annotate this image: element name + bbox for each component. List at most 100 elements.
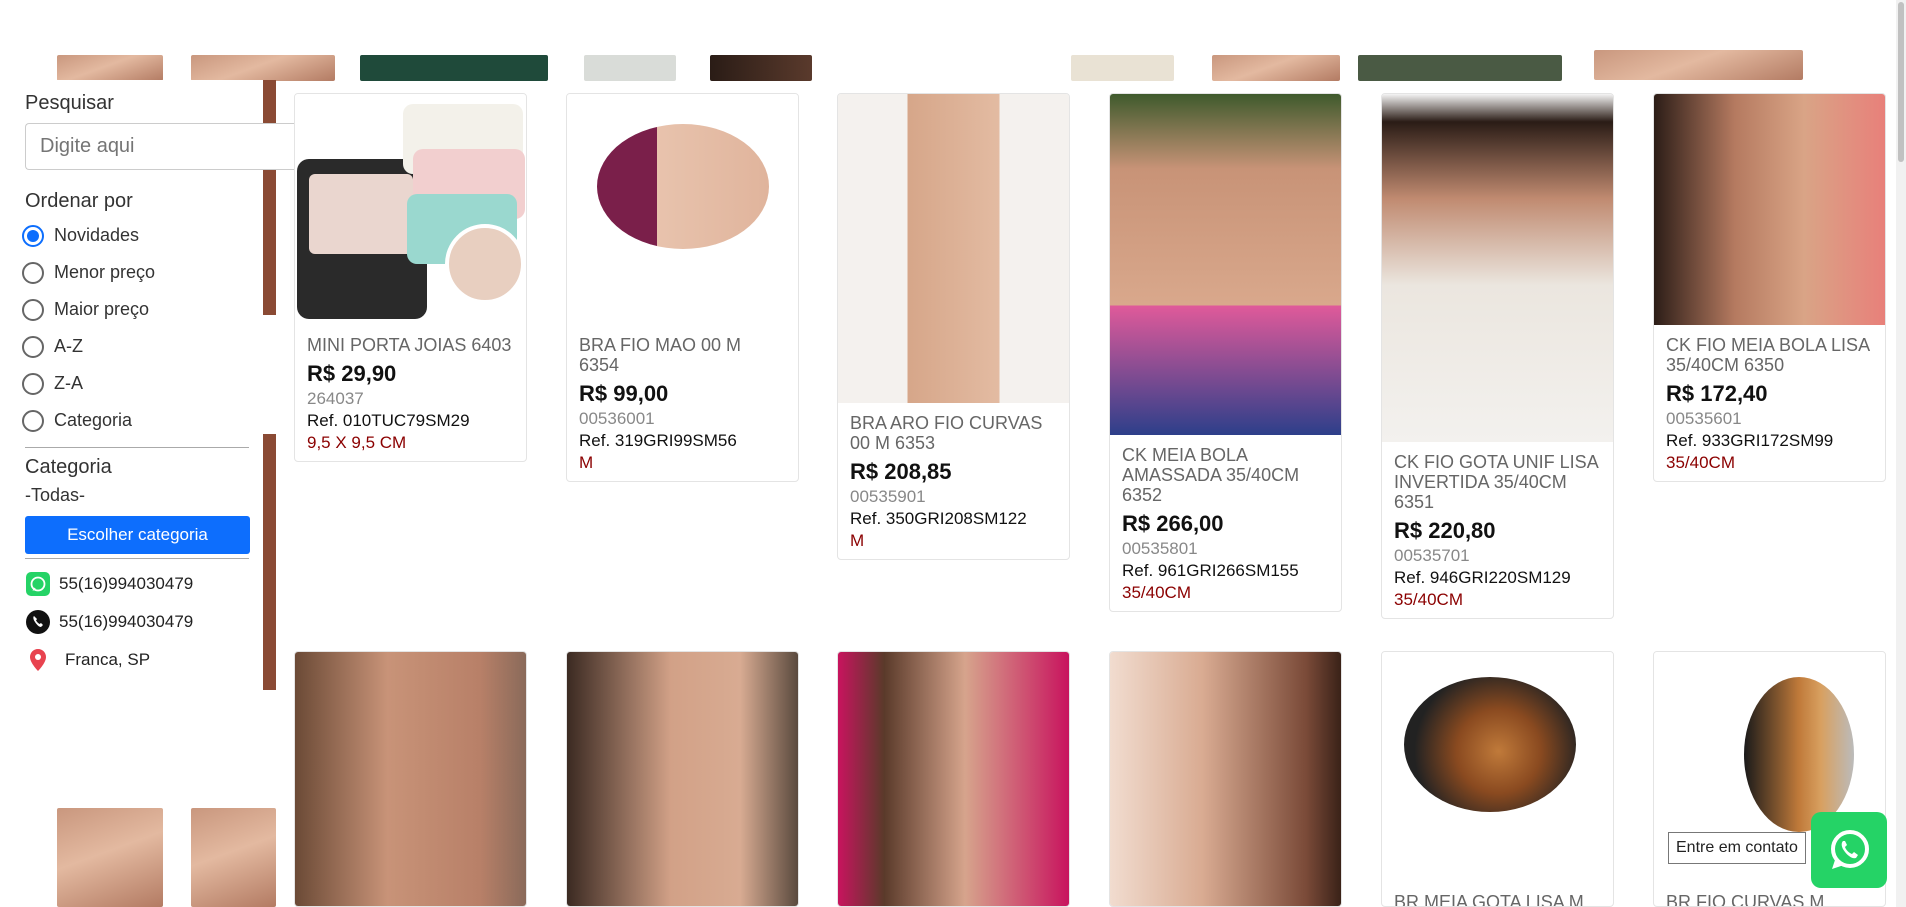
- sort-option-maior-preco[interactable]: Maior preço: [22, 291, 249, 328]
- product-ref: Ref. 933GRI172SM99: [1666, 431, 1834, 450]
- product-image[interactable]: [1382, 652, 1613, 892]
- product-ref: Ref. 319GRI99SM56: [579, 431, 737, 450]
- product-image[interactable]: [838, 652, 1069, 906]
- sort-options: Novidades Menor preço Maior preço A-Z Z-…: [22, 217, 249, 439]
- sort-option-menor-preco[interactable]: Menor preço: [22, 254, 249, 291]
- whatsapp-contact[interactable]: 55(16)994030479: [25, 565, 249, 603]
- product-name: BRA FIO MAO 00 M 6354: [579, 335, 742, 375]
- product-ref: Ref. 946GRI220SM129: [1394, 568, 1571, 587]
- background-thumbnail: [1594, 50, 1803, 80]
- sort-option-categoria[interactable]: Categoria: [22, 402, 249, 439]
- product-size: M: [850, 531, 865, 550]
- product-code: 00536001: [579, 409, 655, 428]
- product-code: 00535801: [1122, 539, 1198, 558]
- product-card[interactable]: [294, 651, 527, 907]
- product-code: 00535901: [850, 487, 926, 506]
- divider: [25, 447, 249, 448]
- background-thumbnail: [1358, 55, 1562, 81]
- product-card[interactable]: [1109, 651, 1342, 907]
- radio[interactable]: [22, 261, 44, 284]
- sort-option-z-a[interactable]: Z-A: [22, 365, 249, 402]
- radio-selected[interactable]: [22, 224, 44, 247]
- product-price: R$ 266,00: [1122, 511, 1224, 536]
- radio[interactable]: [22, 335, 44, 358]
- product-image[interactable]: [567, 94, 798, 325]
- whatsapp-icon: [25, 571, 51, 597]
- radio[interactable]: [22, 298, 44, 321]
- product-image[interactable]: [838, 94, 1069, 403]
- phone-number: 55(16)994030479: [59, 612, 194, 631]
- background-thumbnail: [710, 55, 812, 81]
- product-image[interactable]: [1110, 652, 1341, 906]
- product-card[interactable]: [837, 651, 1070, 907]
- scrollbar[interactable]: [1896, 0, 1906, 907]
- product-card[interactable]: BR MEIA GOTA LISA M: [1381, 651, 1614, 907]
- product-price: R$ 172,40: [1666, 381, 1768, 406]
- product-image[interactable]: [295, 94, 526, 325]
- search-input[interactable]: [25, 123, 319, 170]
- category-title: Categoria: [25, 456, 112, 478]
- background-thumbnail: [1212, 55, 1340, 81]
- product-card[interactable]: CK FIO GOTA UNIF LISA INVERTIDA 35/40CM …: [1381, 93, 1614, 619]
- radio[interactable]: [22, 409, 44, 432]
- sort-option-label: Z-A: [54, 373, 83, 393]
- phone-contact[interactable]: 55(16)994030479: [25, 603, 249, 641]
- product-card[interactable]: CK MEIA BOLA AMASSADA 35/40CM 6352 R$ 26…: [1109, 93, 1342, 612]
- filter-sidebar: Pesquisar Ordenar por Novidades Menor pr…: [0, 80, 343, 690]
- location-pin-icon: [25, 647, 51, 673]
- product-name: BR MEIA GOTA LISA M: [1394, 892, 1584, 907]
- search-box: [25, 123, 343, 170]
- phone-icon: [25, 609, 51, 635]
- location-text: Franca, SP: [65, 650, 151, 669]
- choose-category-button[interactable]: Escolher categoria: [25, 516, 250, 554]
- product-image[interactable]: [1110, 94, 1341, 435]
- product-card[interactable]: BRA FIO MAO 00 M 6354 R$ 99,00 00536001 …: [566, 93, 799, 482]
- whatsapp-icon: [1831, 830, 1869, 869]
- scrollbar-thumb[interactable]: [1898, 2, 1904, 162]
- product-price: R$ 99,00: [579, 381, 669, 406]
- whatsapp-float-button[interactable]: [1811, 812, 1887, 888]
- category-value: -Todas-: [25, 485, 86, 505]
- product-card[interactable]: MINI PORTA JOIAS 6403 R$ 29,90 264037 Re…: [294, 93, 527, 462]
- background-thumbnail: [584, 55, 676, 81]
- product-size: 35/40CM: [1666, 453, 1735, 472]
- search-title: Pesquisar: [25, 92, 114, 114]
- product-ref: Ref. 010TUC79SM29: [307, 411, 470, 430]
- product-image[interactable]: [1382, 94, 1613, 442]
- background-thumbnail-edge: [263, 434, 276, 690]
- product-image[interactable]: [1654, 94, 1885, 325]
- product-image[interactable]: [567, 652, 798, 906]
- product-size: M: [579, 453, 594, 472]
- whatsapp-number: 55(16)994030479: [59, 574, 194, 593]
- background-thumbnail: [57, 808, 163, 907]
- product-card[interactable]: [566, 651, 799, 907]
- divider: [25, 558, 249, 559]
- background-thumbnail: [191, 55, 335, 81]
- contact-tooltip[interactable]: Entre em contato: [1668, 832, 1806, 864]
- product-name: BR FIO CURVAS M: [1666, 892, 1825, 907]
- product-code: 00535601: [1666, 409, 1742, 428]
- product-card[interactable]: CK FIO MEIA BOLA LISA 35/40CM 6350 R$ 17…: [1653, 93, 1886, 482]
- product-ref: Ref. 350GRI208SM122: [850, 509, 1027, 528]
- product-code: 264037: [307, 389, 364, 408]
- product-size: 9,5 X 9,5 CM: [307, 433, 407, 452]
- product-name: CK FIO MEIA BOLA LISA 35/40CM 6350: [1666, 335, 1870, 375]
- product-image[interactable]: [295, 652, 526, 906]
- product-name: BRA ARO FIO CURVAS 00 M 6353: [850, 413, 1043, 453]
- sort-title: Ordenar por: [25, 190, 133, 212]
- product-card[interactable]: BRA ARO FIO CURVAS 00 M 6353 R$ 208,85 0…: [837, 93, 1070, 560]
- background-thumbnail: [191, 808, 276, 907]
- background-thumbnail: [360, 55, 548, 81]
- product-price: R$ 29,90: [307, 361, 397, 386]
- sort-option-a-z[interactable]: A-Z: [22, 328, 249, 365]
- sort-option-novidades[interactable]: Novidades: [22, 217, 249, 254]
- product-name: MINI PORTA JOIAS 6403: [307, 335, 512, 355]
- product-price: R$ 208,85: [850, 459, 952, 484]
- product-name: CK FIO GOTA UNIF LISA INVERTIDA 35/40CM …: [1394, 452, 1598, 512]
- radio[interactable]: [22, 372, 44, 395]
- sort-option-label: Categoria: [54, 410, 133, 430]
- background-thumbnail: [1071, 55, 1174, 81]
- background-thumbnail-edge: [263, 80, 276, 315]
- product-code: 00535701: [1394, 546, 1470, 565]
- product-price: R$ 220,80: [1394, 518, 1496, 543]
